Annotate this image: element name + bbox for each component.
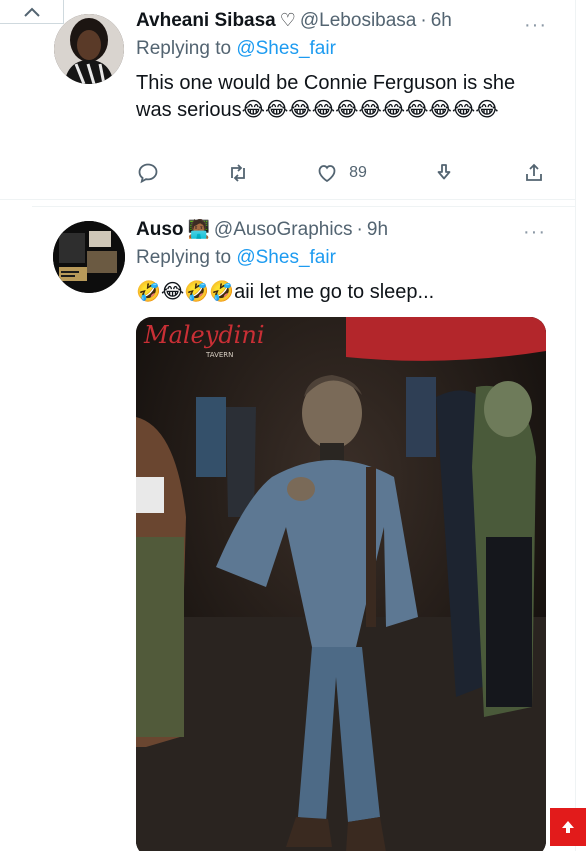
reply-icon <box>138 163 158 184</box>
handle[interactable]: @Lebosibasa <box>300 10 416 32</box>
download-icon <box>438 164 451 180</box>
timestamp[interactable]: 9h <box>367 219 388 241</box>
share-icon <box>526 163 542 181</box>
tweet-text: This one would be Connie Ferguson is she… <box>136 72 516 121</box>
scroll-to-top-button[interactable] <box>550 808 586 846</box>
media-sign-subtext: TAVERN <box>205 351 233 359</box>
handle[interactable]: @AusoGraphics <box>214 219 353 241</box>
separator-dot: · <box>356 219 363 240</box>
more-icon[interactable]: ··· <box>524 14 547 37</box>
avatar[interactable] <box>53 221 125 293</box>
retweet-icon <box>230 164 245 182</box>
arrow-up-icon <box>562 821 574 833</box>
page-divider <box>575 0 576 851</box>
like-button[interactable]: 89 <box>315 161 367 185</box>
tweet-text: 🤣😂🤣🤣aii let me go to sleep... <box>136 281 435 303</box>
reply-button[interactable] <box>136 161 160 185</box>
tweet[interactable]: Avheani Sibasa ♡ @Lebosibasa · 6h ··· Re… <box>0 0 575 200</box>
timestamp[interactable]: 6h <box>431 10 452 32</box>
separator-dot: · <box>420 10 427 31</box>
tweet-photo[interactable]: Maleydini TAVERN <box>136 317 546 851</box>
replying-to-label: Replying to <box>136 38 237 59</box>
media-sign-text: Maleydini <box>143 321 265 349</box>
replying-to: Replying to @Shes_fair <box>136 38 336 60</box>
tweet-actions: 89 <box>136 156 546 190</box>
avatar[interactable] <box>54 14 124 84</box>
tweet-header: Auso 🧑🏾‍💻 @AusoGraphics · 9h <box>136 219 388 241</box>
display-name[interactable]: Auso <box>136 219 184 241</box>
name-emoji: 🧑🏾‍💻 <box>187 219 210 239</box>
reply-mention-link[interactable]: @Shes_fair <box>236 38 336 59</box>
share-button[interactable] <box>522 161 546 185</box>
like-count: 89 <box>349 164 367 181</box>
tweet[interactable]: Auso 🧑🏾‍💻 @AusoGraphics · 9h ··· Replyin… <box>32 206 575 851</box>
name-emoji: ♡ <box>279 10 296 30</box>
replying-to: Replying to @Shes_fair <box>136 247 336 269</box>
reply-mention-link[interactable]: @Shes_fair <box>236 247 336 268</box>
replying-to-label: Replying to <box>136 247 237 268</box>
display-name[interactable]: Avheani Sibasa <box>136 10 276 32</box>
retweet-button[interactable] <box>226 161 250 185</box>
download-button[interactable] <box>432 161 456 185</box>
tweet-header: Avheani Sibasa ♡ @Lebosibasa · 6h <box>136 10 452 32</box>
like-icon <box>318 165 336 183</box>
more-icon[interactable]: ··· <box>523 221 546 244</box>
